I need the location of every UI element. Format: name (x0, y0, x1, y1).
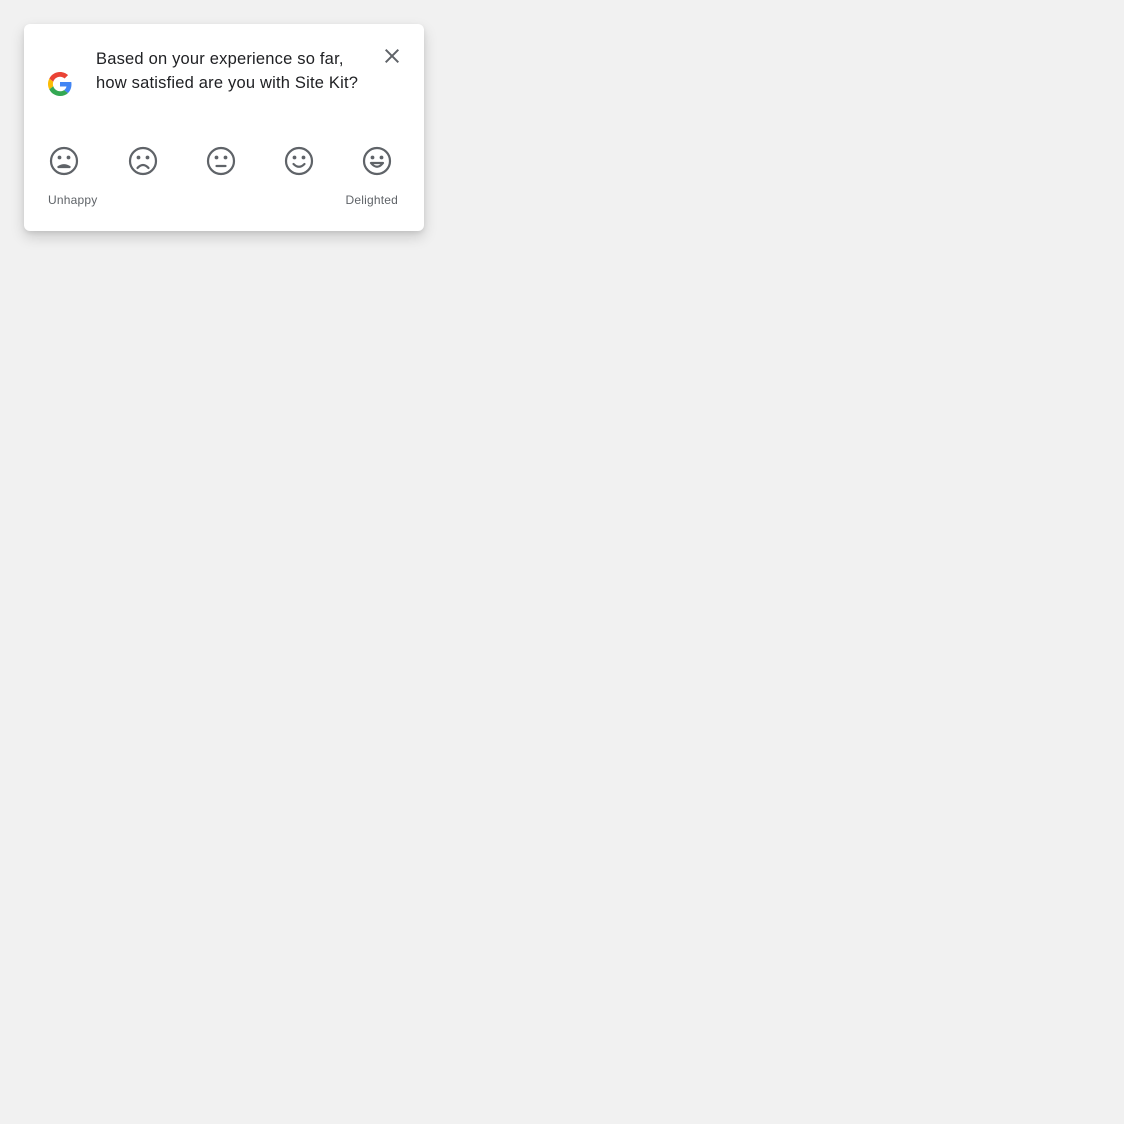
google-g-logo-icon (48, 72, 72, 96)
happy-face-icon (284, 146, 314, 176)
unhappy-face-icon (128, 146, 158, 176)
close-icon (385, 49, 399, 63)
rating-options (46, 143, 402, 179)
rating-5-button[interactable] (359, 143, 395, 179)
very-unhappy-face-icon (49, 146, 79, 176)
rating-1-button[interactable] (46, 143, 82, 179)
close-button[interactable] (376, 40, 408, 72)
delighted-face-icon (362, 146, 392, 176)
rating-2-button[interactable] (125, 143, 161, 179)
scale-label-low: Unhappy (48, 193, 98, 207)
survey-card: Based on your experience so far, how sat… (24, 24, 424, 231)
scale-label-high: Delighted (345, 193, 398, 207)
neutral-face-icon (206, 146, 236, 176)
rating-4-button[interactable] (281, 143, 317, 179)
rating-3-button[interactable] (203, 143, 239, 179)
survey-question: Based on your experience so far, how sat… (96, 50, 359, 92)
